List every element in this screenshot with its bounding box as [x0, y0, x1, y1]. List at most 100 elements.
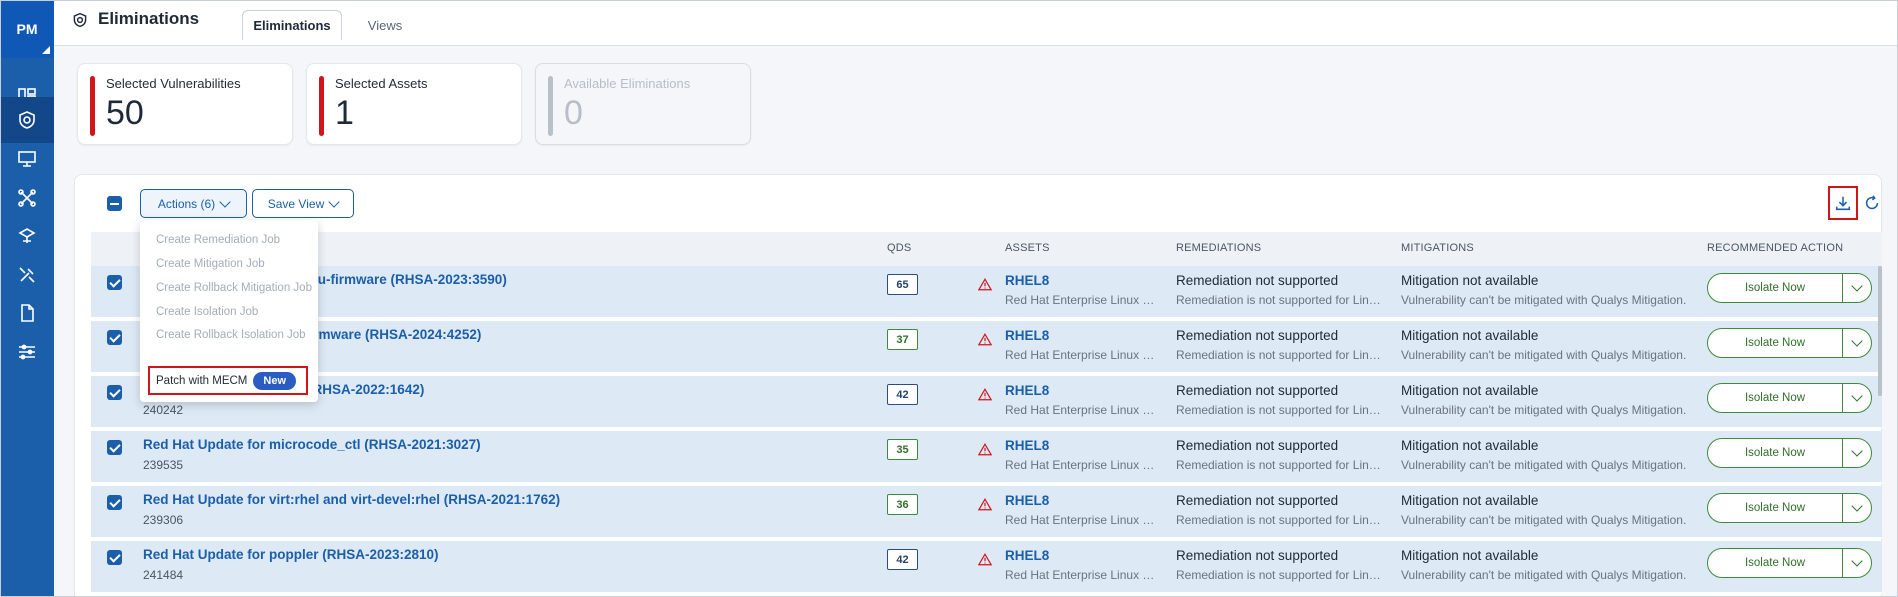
kpi-selected-vulnerabilities: Selected Vulnerabilities 50: [77, 63, 293, 145]
isolate-now-button[interactable]: Isolate Now: [1708, 329, 1843, 357]
vulnerability-title[interactable]: Red Hat Update for virt:rhel and virt-de…: [143, 492, 560, 507]
column-header-qds[interactable]: QDS: [887, 242, 911, 254]
asset-description: Red Hat Enterprise Linux 8.6: [1005, 513, 1157, 527]
mitigation-detail: Vulnerability can't be mitigated with Qu…: [1401, 568, 1687, 582]
row-checkbox[interactable]: [107, 550, 122, 565]
download-button[interactable]: [1828, 186, 1858, 220]
save-view-label: Save View: [267, 196, 325, 211]
select-all-checkbox[interactable]: [107, 196, 122, 211]
menu-item-create-rollback-isolation-job[interactable]: Create Rollback Isolation Job: [156, 329, 306, 341]
asset-link[interactable]: RHEL8: [1005, 273, 1049, 288]
remediation-status: Remediation not supported: [1176, 273, 1339, 288]
tools-icon: [19, 267, 35, 283]
chevron-down-icon: [1851, 555, 1863, 567]
row-checkbox[interactable]: [107, 495, 122, 510]
row-checkbox[interactable]: [107, 385, 122, 400]
column-header-mitigations[interactable]: MITIGATIONS: [1401, 242, 1474, 254]
isolate-options-button[interactable]: [1843, 549, 1871, 577]
mitigation-status: Mitigation not available: [1401, 493, 1539, 508]
recommended-action-group: Isolate Now: [1707, 383, 1872, 413]
app-logo-text: PM: [16, 21, 38, 37]
menu-item-create-mitigation-job[interactable]: Create Mitigation Job: [156, 258, 265, 270]
chevron-down-icon: [1851, 280, 1863, 292]
recommended-action-group: Isolate Now: [1707, 328, 1872, 358]
table-scrollbar[interactable]: [1878, 266, 1882, 396]
asset-link[interactable]: RHEL8: [1005, 383, 1049, 398]
asset-link[interactable]: RHEL8: [1005, 438, 1049, 453]
isolate-options-button[interactable]: [1843, 274, 1871, 302]
kpi-value: 50: [106, 94, 144, 132]
row-checkbox[interactable]: [107, 275, 122, 290]
deploy-icon: [18, 228, 36, 243]
tab-eliminations[interactable]: Eliminations: [242, 10, 342, 40]
page-title: Eliminations: [98, 9, 200, 28]
mitigation-status: Mitigation not available: [1401, 273, 1539, 288]
menu-item-create-isolation-job[interactable]: Create Isolation Job: [156, 306, 258, 318]
isolate-options-button[interactable]: [1843, 439, 1871, 467]
warning-icon: [978, 553, 992, 566]
remediation-detail: Remediation is not supported for Linux: [1176, 348, 1381, 362]
column-header-remediations[interactable]: REMEDIATIONS: [1176, 242, 1261, 254]
table-row[interactable]: Red Hat Update for virt:rhel and virt-de…: [91, 486, 1882, 539]
table-row[interactable]: Red Hat Update for expat (RHSA-2022:1642…: [91, 376, 1882, 429]
vulnerability-title[interactable]: Red Hat Update for poppler (RHSA-2023:28…: [143, 547, 439, 562]
kpi-available-eliminations: Available Eliminations 0: [535, 63, 751, 145]
asset-link[interactable]: RHEL8: [1005, 328, 1049, 343]
isolate-now-button[interactable]: Isolate Now: [1708, 494, 1843, 522]
actions-button[interactable]: Actions (6): [140, 189, 247, 218]
refresh-button[interactable]: [1862, 193, 1882, 213]
asset-description: Red Hat Enterprise Linux 8.6: [1005, 348, 1157, 362]
isolate-options-button[interactable]: [1843, 329, 1871, 357]
vulnerability-qid: 239306: [143, 513, 184, 527]
patch-icon: [18, 189, 36, 207]
mitigation-detail: Vulnerability can't be mitigated with Qu…: [1401, 293, 1687, 307]
table-row[interactable]: Red Hat Update for poppler (RHSA-2023:28…: [91, 541, 1882, 594]
download-icon: [1835, 196, 1851, 211]
isolate-now-button[interactable]: Isolate Now: [1708, 439, 1843, 467]
remediation-status: Remediation not supported: [1176, 438, 1339, 453]
actions-button-label: Actions (6): [157, 196, 216, 211]
menu-item-create-rollback-mitigation-job[interactable]: Create Rollback Mitigation Job: [156, 282, 312, 294]
menu-item-patch-with-mecm[interactable]: Patch with MECM New: [148, 366, 308, 395]
menu-item-create-remediation-job[interactable]: Create Remediation Job: [156, 234, 280, 246]
warning-icon: [978, 388, 992, 401]
save-view-button[interactable]: Save View: [252, 189, 354, 218]
mitigation-detail: Vulnerability can't be mitigated with Qu…: [1401, 403, 1687, 417]
document-icon: [21, 304, 34, 322]
asset-link[interactable]: RHEL8: [1005, 548, 1049, 563]
remediation-detail: Remediation is not supported for Linux: [1176, 458, 1381, 472]
kpi-value: 0: [564, 94, 583, 132]
column-header-recommended-action[interactable]: RECOMMENDED ACTION: [1707, 242, 1843, 254]
sliders-icon: [19, 344, 35, 360]
table-row[interactable]: Red Hat Update for intel-gpu-firmware (R…: [91, 266, 1882, 319]
isolate-options-button[interactable]: [1843, 494, 1871, 522]
asset-description: Red Hat Enterprise Linux 8.6: [1005, 458, 1157, 472]
table-row[interactable]: Red Hat Update for linux-firmware (RHSA-…: [91, 321, 1882, 374]
shield-icon: [19, 111, 35, 129]
column-header-assets[interactable]: ASSETS: [1005, 242, 1050, 254]
row-checkbox[interactable]: [107, 440, 122, 455]
isolate-now-button[interactable]: Isolate Now: [1708, 274, 1843, 302]
kpi-value: 1: [335, 94, 354, 132]
nav-item-settings[interactable]: [0, 329, 54, 375]
isolate-now-button[interactable]: Isolate Now: [1708, 384, 1843, 412]
table-row[interactable]: Red Hat Update for microcode_ctl (RHSA-2…: [91, 431, 1882, 484]
isolate-now-button[interactable]: Isolate Now: [1708, 549, 1843, 577]
kpi-label: Selected Vulnerabilities: [106, 76, 241, 91]
app-logo[interactable]: PM: [0, 0, 54, 58]
shield-icon: [73, 12, 87, 28]
asset-description: Red Hat Enterprise Linux 8.6: [1005, 293, 1157, 307]
kpi-accent-bar: [90, 76, 95, 136]
actions-dropdown-menu: Create Remediation Job Create Mitigation…: [140, 220, 318, 402]
warning-icon: [978, 443, 992, 456]
row-checkbox[interactable]: [107, 330, 122, 345]
tab-views[interactable]: Views: [350, 10, 420, 40]
isolate-options-button[interactable]: [1843, 384, 1871, 412]
recommended-action-group: Isolate Now: [1707, 493, 1872, 523]
asset-link[interactable]: RHEL8: [1005, 493, 1049, 508]
vulnerability-title[interactable]: Red Hat Update for microcode_ctl (RHSA-2…: [143, 437, 481, 452]
kpi-label: Available Eliminations: [564, 76, 691, 91]
new-badge: New: [253, 371, 297, 390]
qds-badge: 42: [887, 549, 918, 570]
qds-badge: 36: [887, 494, 918, 515]
